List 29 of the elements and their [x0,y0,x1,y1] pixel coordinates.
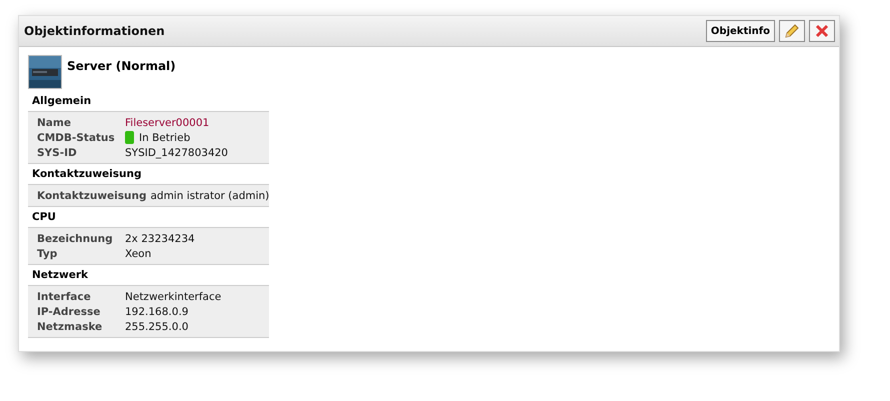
field-label: Bezeichnung [37,232,114,244]
field-label: Name [37,116,72,128]
section-title: Allgemein [31,94,92,109]
edit-button[interactable] [779,20,805,42]
field-value: SYSID_1427803420 [125,146,228,158]
objektinfo-button[interactable]: Objektinfo [706,20,775,42]
field-value: 192.168.0.9 [125,306,188,318]
field-value: 2x 23234234 [125,232,195,244]
field-label: Typ [37,248,58,260]
panel-title: Objektinformationen [24,24,165,38]
field-label: SYS-ID [37,146,78,158]
field-label: Netzmaske [37,320,104,332]
field-label: Interface [37,290,92,302]
field-value: Netzwerkinterface [125,290,222,302]
field-value: Xeon [125,248,152,260]
section-title: Netzwerk [31,268,90,283]
section-title: CPU [31,210,57,225]
field-value: admin istrator (admin) [150,190,270,202]
field-value: In Betrieb [139,132,190,144]
name-link[interactable]: Fileserver00001 [125,116,210,128]
field-label: Kontaktzuweisung [37,190,146,202]
close-button[interactable] [809,20,835,42]
field-label: IP-Adresse [37,306,102,318]
object-title: Server (Normal) [67,59,176,73]
field-value: 255.255.0.0 [125,320,188,332]
field-label: CMDB-Status [37,132,116,144]
close-icon [815,24,829,38]
section-title: Kontaktzuweisung [31,167,142,182]
pencil-icon [784,23,800,39]
